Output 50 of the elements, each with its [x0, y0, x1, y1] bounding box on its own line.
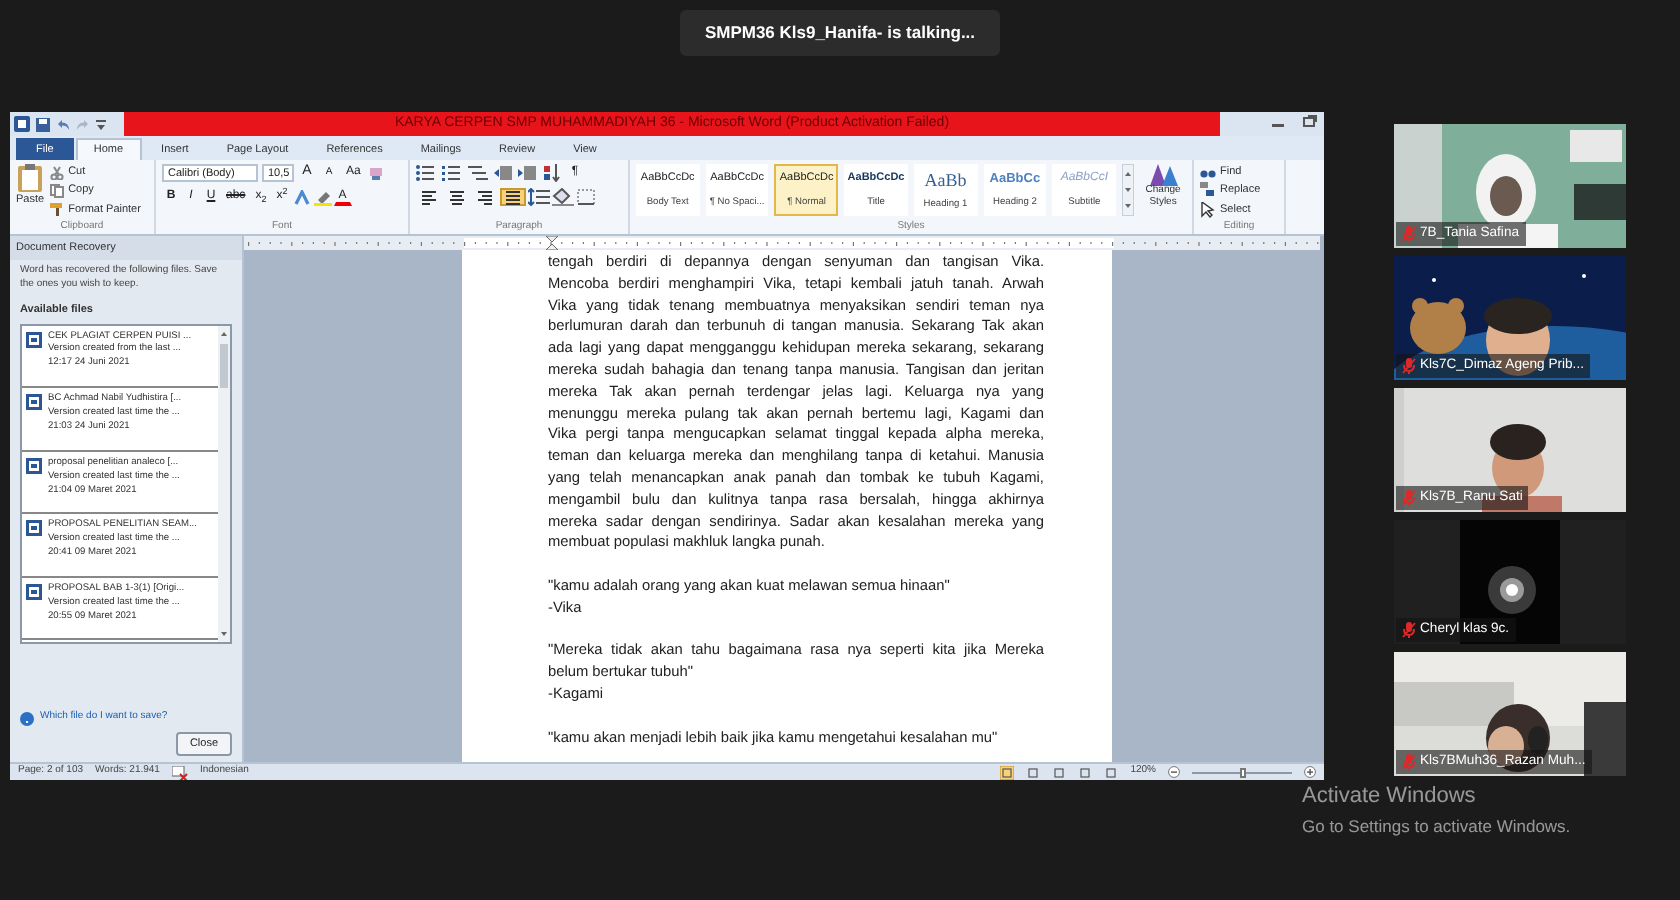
align-right-icon: [476, 188, 494, 206]
highlighter-icon[interactable]: [313, 189, 332, 205]
copy-icon: [50, 183, 65, 198]
increase-indent-icon[interactable]: [518, 164, 536, 182]
align-justify-icon: [504, 188, 522, 206]
scissors-icon: [50, 165, 65, 180]
draft-icon[interactable]: [1104, 765, 1119, 779]
align-center-button[interactable]: [444, 188, 470, 206]
text-effects-icon[interactable]: [293, 189, 312, 205]
outline-icon[interactable]: [1078, 765, 1093, 779]
slider-thumb[interactable]: [1239, 767, 1245, 777]
shading-icon[interactable]: [552, 188, 574, 206]
borders-icon[interactable]: [576, 188, 598, 206]
clear-formatting-icon[interactable]: [368, 165, 385, 181]
line-spacing-icon[interactable]: [528, 188, 550, 206]
zoom-in-icon[interactable]: [1304, 766, 1316, 778]
help-icon: [20, 711, 34, 725]
customize-icon[interactable]: [96, 117, 106, 131]
brush-icon: [50, 202, 65, 217]
proofing-icon[interactable]: [171, 765, 188, 779]
word-app-icon[interactable]: [14, 116, 30, 132]
sort-icon[interactable]: [542, 164, 560, 182]
word-document-icon: [26, 457, 42, 474]
zoom-out-icon[interactable]: [1168, 766, 1180, 778]
full-screen-icon[interactable]: [1026, 765, 1041, 779]
decrease-indent-icon[interactable]: [494, 164, 512, 182]
align-center-icon: [448, 188, 466, 206]
binoculars-icon: [1200, 164, 1216, 181]
multilevel-list-icon[interactable]: [468, 164, 488, 182]
align-justify-button[interactable]: [500, 188, 526, 206]
undo-icon[interactable]: [56, 117, 70, 131]
word-document-icon: [26, 331, 42, 347]
styles-icon: [1149, 164, 1178, 186]
cursor-arrow-icon: [1200, 201, 1216, 218]
save-icon[interactable]: [36, 117, 50, 131]
numbering-icon[interactable]: [442, 164, 462, 182]
activation-title: Activate Windows: [1302, 782, 1478, 812]
word-document-icon: [26, 520, 42, 537]
word-document-icon: [26, 394, 42, 411]
speaker-banner: SMPM36 Kls9_Hanifa- is talking...: [680, 10, 1000, 56]
gallery-scroll-icon[interactable]: [1122, 164, 1135, 216]
align-left-button[interactable]: [416, 188, 442, 206]
print-layout-icon[interactable]: [1000, 765, 1015, 779]
bullets-icon[interactable]: [416, 164, 436, 182]
replace-icon: [1200, 182, 1216, 199]
word-document-icon: [26, 583, 42, 600]
align-left-icon: [420, 188, 438, 206]
align-right-button[interactable]: [472, 188, 498, 206]
activation-message: Go to Settings to activate Windows.: [1302, 813, 1571, 839]
web-layout-icon[interactable]: [1052, 765, 1067, 779]
